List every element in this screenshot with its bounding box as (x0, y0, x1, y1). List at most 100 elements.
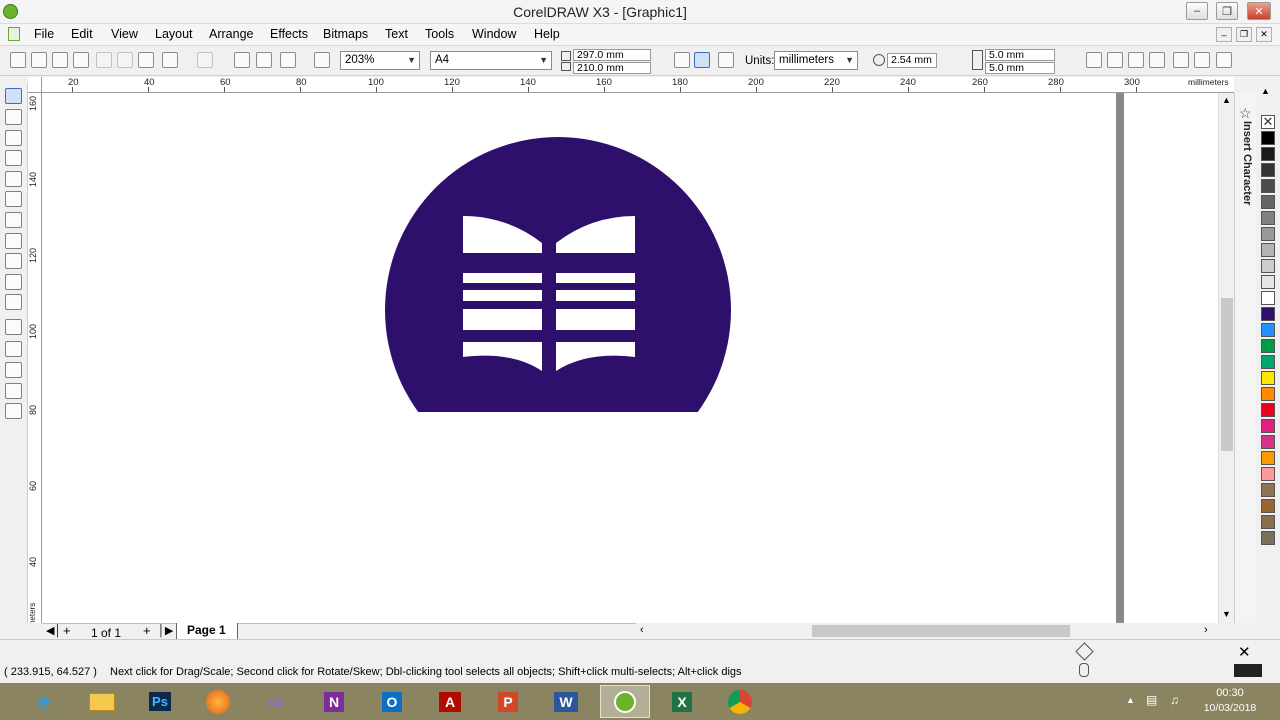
crop-tool-icon[interactable] (5, 130, 22, 146)
snap-to-grid-icon[interactable] (1107, 52, 1123, 68)
freehand-tool-icon[interactable] (5, 171, 22, 187)
drawing-canvas[interactable] (42, 93, 1218, 623)
clock-date[interactable]: 10/03/2018 (1194, 702, 1266, 714)
page-height-input[interactable]: 210.0 mm (573, 62, 651, 74)
color-swatch[interactable] (1261, 403, 1275, 417)
document-icon[interactable] (8, 27, 20, 41)
zoom-tool-icon[interactable] (5, 150, 22, 166)
color-swatch[interactable] (1261, 291, 1275, 305)
last-page-icon[interactable]: │▶ (158, 624, 173, 637)
nudge-distance-input[interactable]: 2.54 mm (887, 53, 937, 68)
menu-help[interactable]: Help (534, 27, 560, 41)
duplicate-x-input[interactable]: 5.0 mm (985, 49, 1055, 61)
treat-as-filled-icon[interactable] (1086, 52, 1102, 68)
horizontal-scrollbar[interactable]: ‹ › (636, 623, 1218, 639)
color-swatch[interactable] (1261, 163, 1275, 177)
doc-close-button[interactable]: ✕ (1256, 27, 1272, 42)
vertical-scrollbar[interactable]: ▲ ▼ (1218, 93, 1234, 623)
color-swatch[interactable] (1261, 355, 1275, 369)
shape-tool-icon[interactable] (5, 109, 22, 125)
open-icon[interactable] (31, 52, 47, 68)
color-swatch[interactable] (1261, 531, 1275, 545)
horizontal-scroll-thumb[interactable] (812, 625, 1070, 637)
basic-shapes-tool-icon[interactable] (5, 274, 22, 290)
import-icon[interactable] (234, 52, 250, 68)
color-swatch[interactable] (1261, 499, 1275, 513)
color-swatch[interactable] (1261, 243, 1275, 257)
text-tool-icon[interactable] (5, 294, 22, 310)
copy-icon[interactable] (117, 52, 133, 68)
scroll-down-icon[interactable]: ▼ (1222, 609, 1231, 619)
page-tab[interactable]: Page 1 (176, 623, 238, 640)
color-swatch[interactable] (1261, 435, 1275, 449)
word-icon[interactable]: W (544, 685, 588, 718)
cut-icon[interactable] (96, 52, 112, 68)
color-swatch[interactable] (1261, 131, 1275, 145)
redo-icon[interactable] (197, 52, 213, 68)
color-swatch[interactable] (1261, 227, 1275, 241)
polygon-tool-icon[interactable] (5, 253, 22, 269)
firefox-icon[interactable] (196, 685, 240, 718)
horizontal-ruler[interactable]: 20 40 60 80 100 120 140 160 180 200 220 … (42, 77, 1234, 93)
menu-bitmaps[interactable]: Bitmaps (323, 27, 368, 41)
menu-file[interactable]: File (34, 27, 54, 41)
dynamic-guides-icon[interactable] (1173, 52, 1189, 68)
save-icon[interactable] (52, 52, 68, 68)
vertical-scroll-thumb[interactable] (1221, 298, 1233, 451)
application-launcher-icon[interactable] (280, 52, 296, 68)
fill-tool-icon[interactable] (5, 383, 22, 399)
volume-icon[interactable]: ♫ (1170, 693, 1179, 707)
file-explorer-icon[interactable] (80, 685, 124, 718)
menu-tools[interactable]: Tools (425, 27, 454, 41)
onenote-icon[interactable]: N (312, 685, 356, 718)
clock-time[interactable]: 00:30 (1200, 687, 1260, 699)
minimize-button[interactable]: – (1186, 2, 1208, 20)
color-swatch[interactable] (1261, 339, 1275, 353)
portrait-icon[interactable] (674, 52, 690, 68)
doc-minimize-button[interactable]: – (1216, 27, 1232, 42)
no-fill-icon[interactable]: ✕ (1238, 643, 1251, 661)
outline-color-swatch[interactable] (1234, 664, 1262, 677)
insert-character-tab[interactable]: Insert Character (1241, 121, 1253, 205)
color-swatch[interactable] (1261, 307, 1275, 321)
star-icon[interactable]: ☆ (1239, 105, 1252, 122)
snap-to-guidelines-icon[interactable] (1128, 52, 1144, 68)
color-swatch[interactable] (1261, 275, 1275, 289)
add-page-before-icon[interactable]: + (63, 623, 71, 638)
all-pages-icon[interactable] (718, 52, 734, 68)
smart-fill-tool-icon[interactable] (5, 191, 22, 207)
page-width-input[interactable]: 297.0 mm (573, 49, 651, 61)
doc-restore-button[interactable]: ❐ (1236, 27, 1252, 42)
acrobat-icon[interactable]: A (428, 685, 472, 718)
photoshop-icon[interactable]: Ps (138, 685, 182, 718)
network-icon[interactable]: ▤ (1146, 693, 1157, 707)
toolbar-overflow-icon[interactable] (1216, 52, 1232, 68)
rectangle-tool-icon[interactable] (5, 212, 22, 228)
color-swatch[interactable] (1261, 179, 1275, 193)
scroll-right-icon[interactable]: › (1204, 624, 1208, 636)
menu-window[interactable]: Window (472, 27, 516, 41)
outlook-icon[interactable]: O (370, 685, 414, 718)
color-swatch[interactable] (1261, 515, 1275, 529)
snap-to-objects-icon[interactable] (1149, 52, 1165, 68)
scroll-left-icon[interactable]: ‹ (640, 624, 644, 636)
duplicate-y-input[interactable]: 5.0 mm (985, 62, 1055, 74)
color-swatch[interactable] (1261, 387, 1275, 401)
chrome-icon[interactable] (718, 685, 762, 718)
outline-tool-icon[interactable] (5, 362, 22, 378)
maximize-button[interactable]: ❐ (1216, 2, 1238, 20)
paper-type-select[interactable]: A4 ▼ (430, 51, 552, 70)
color-swatch[interactable] (1261, 259, 1275, 273)
show-hidden-icons-icon[interactable]: ▲ (1126, 695, 1135, 705)
menu-text[interactable]: Text (385, 27, 408, 41)
close-button[interactable]: ✕ (1247, 2, 1271, 20)
excel-icon[interactable]: X (660, 685, 704, 718)
first-page-icon[interactable]: ◀│ (46, 624, 61, 637)
interactive-blend-tool-icon[interactable] (5, 319, 22, 335)
menu-layout[interactable]: Layout (155, 27, 193, 41)
eyedropper-tool-icon[interactable] (5, 341, 22, 357)
palette-scroll-up-icon[interactable]: ▲ (1261, 86, 1270, 96)
menu-arrange[interactable]: Arrange (209, 27, 253, 41)
landscape-icon[interactable] (694, 52, 710, 68)
zoom-select[interactable]: 203% ▼ (340, 51, 420, 70)
